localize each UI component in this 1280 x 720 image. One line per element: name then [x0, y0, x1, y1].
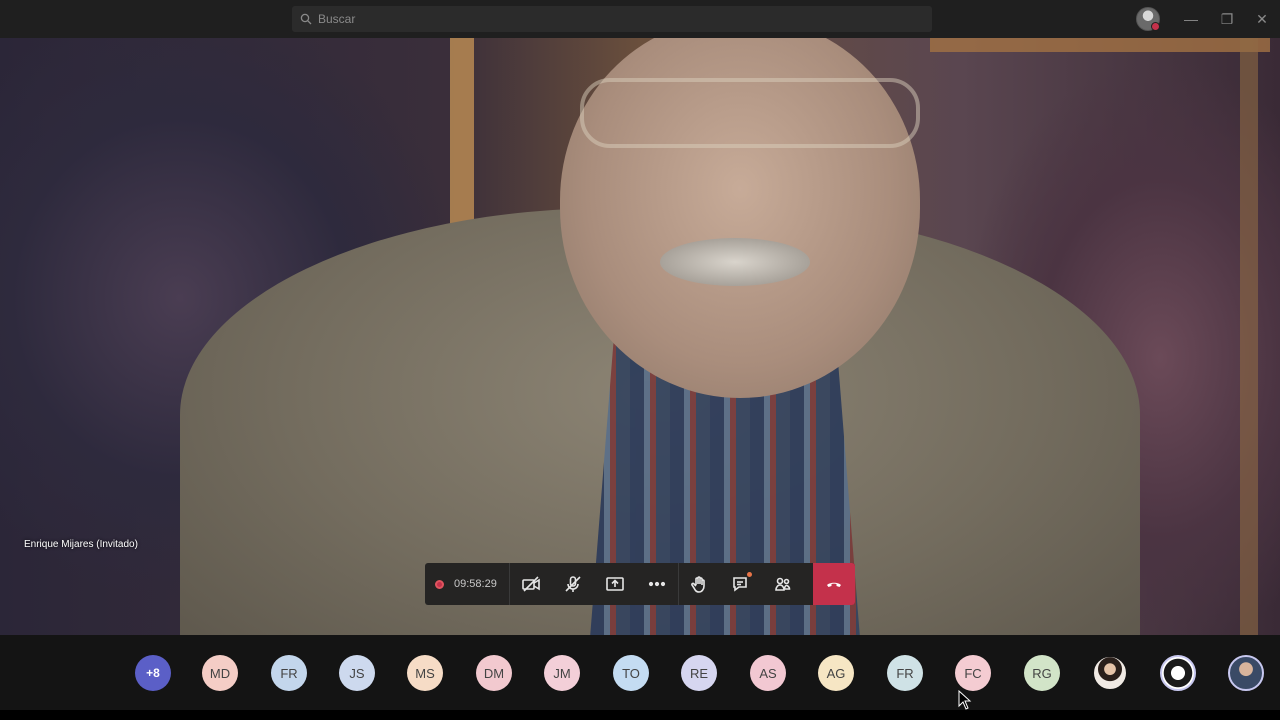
- participant-avatar[interactable]: JM: [544, 655, 580, 691]
- speaker-glasses: [580, 78, 920, 148]
- participant-photo-avatar[interactable]: [1228, 655, 1264, 691]
- bottom-strip: [0, 710, 1280, 720]
- chat-notification-dot: [746, 572, 752, 577]
- search-input[interactable]: Buscar: [292, 6, 932, 32]
- camera-toggle-button[interactable]: [510, 563, 552, 605]
- close-button[interactable]: ✕: [1252, 9, 1272, 29]
- participant-logo-avatar[interactable]: [1160, 655, 1196, 691]
- participant-avatar[interactable]: RE: [681, 655, 717, 691]
- participant-avatar[interactable]: DM: [476, 655, 512, 691]
- hand-icon: [691, 576, 706, 593]
- speaker-name-label: Enrique Mijares (Invitado): [24, 539, 138, 550]
- participant-avatar[interactable]: AG: [818, 655, 854, 691]
- phone-hangup-icon: [827, 582, 841, 587]
- background-frame: [1240, 38, 1258, 635]
- speaker-moustache: [660, 238, 810, 286]
- participant-avatar[interactable]: AS: [750, 655, 786, 691]
- call-timer: 09:58:29: [425, 563, 510, 605]
- participant-avatar[interactable]: TO: [613, 655, 649, 691]
- background-frame: [450, 38, 474, 238]
- more-actions-button[interactable]: [636, 563, 678, 605]
- call-duration: 09:58:29: [454, 578, 497, 590]
- participant-avatar[interactable]: FC: [955, 655, 991, 691]
- chat-icon: [733, 577, 747, 592]
- call-controls: 09:58:29: [425, 563, 855, 605]
- mic-toggle-button[interactable]: [552, 563, 594, 605]
- hang-up-button[interactable]: [813, 563, 855, 605]
- search-placeholder: Buscar: [318, 12, 356, 26]
- chat-button[interactable]: [720, 563, 762, 605]
- raise-hand-button[interactable]: [677, 563, 720, 605]
- camera-off-icon: [522, 576, 540, 592]
- share-icon: [606, 577, 624, 591]
- video-stage: [0, 38, 1280, 635]
- participant-avatar[interactable]: JS: [339, 655, 375, 691]
- search-icon: [300, 13, 312, 25]
- participant-avatar[interactable]: MS: [407, 655, 443, 691]
- mouse-cursor-icon: [958, 690, 972, 710]
- background-frame: [930, 38, 1270, 52]
- participants-bar: +8 MD FR JS MS DM JM TO RE AS AG FR FC R…: [0, 635, 1280, 710]
- participant-avatar[interactable]: FR: [271, 655, 307, 691]
- mic-off-icon: [565, 576, 581, 592]
- profile-avatar[interactable]: [1136, 7, 1160, 31]
- minimize-button[interactable]: —: [1181, 9, 1201, 29]
- recording-icon: [435, 579, 444, 589]
- people-icon: [775, 577, 791, 591]
- participants-button[interactable]: [762, 563, 804, 605]
- more-participants-button[interactable]: +8: [135, 655, 171, 691]
- title-bar: Buscar — ❐ ✕: [0, 0, 1280, 38]
- participant-avatar[interactable]: FR: [887, 655, 923, 691]
- restore-button[interactable]: ❐: [1217, 9, 1237, 29]
- participant-avatar[interactable]: MD: [202, 655, 238, 691]
- share-screen-button[interactable]: [594, 563, 636, 605]
- ellipsis-icon: [648, 581, 665, 587]
- participant-photo-avatar[interactable]: [1092, 655, 1128, 691]
- participant-avatar[interactable]: RG: [1024, 655, 1060, 691]
